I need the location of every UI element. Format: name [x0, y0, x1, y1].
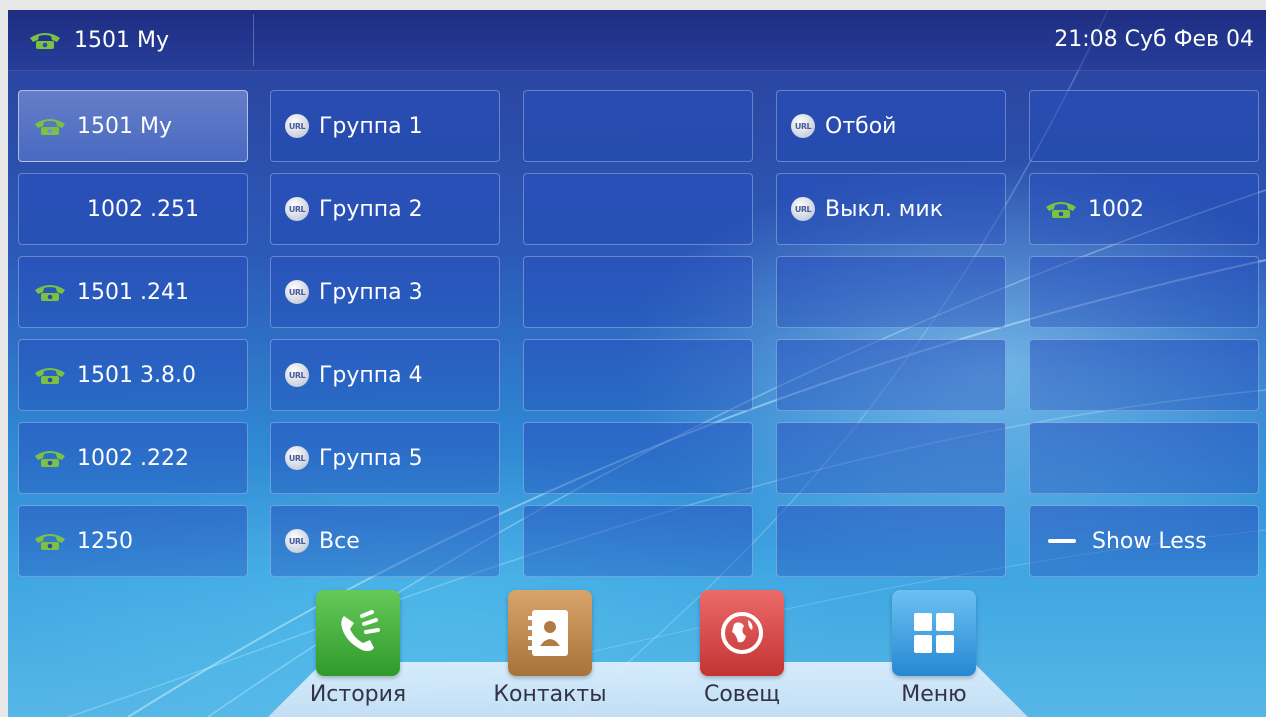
phone-screen: 1501 My 21:08 Суб Фев 04 1501 My 1002 .2… [8, 10, 1266, 717]
line-key-label: 1002 .222 [77, 445, 189, 471]
url-icon: URL [285, 363, 309, 387]
line-key-label: 1501 3.8.0 [77, 362, 196, 388]
menu-grid-icon [892, 590, 976, 676]
phone-handset-icon [35, 368, 65, 384]
contacts-book-icon [508, 590, 592, 676]
dock-history-label: История [309, 682, 407, 707]
dsskey-empty[interactable] [776, 256, 1006, 328]
dsskey-label: Выкл. мик [825, 196, 943, 222]
dsskey-label: Отбой [825, 113, 897, 139]
phone-handset-icon [30, 33, 60, 49]
dsskey-group-2[interactable]: URL Группа 2 [270, 173, 500, 245]
dock-menu-label: Меню [901, 682, 967, 707]
dsskey-empty[interactable] [523, 505, 753, 577]
dsskey-group-5[interactable]: URL Группа 5 [270, 422, 500, 494]
dsskey-empty[interactable] [776, 339, 1006, 411]
dsskey-label: Группа 5 [319, 445, 423, 471]
dsskey-empty[interactable] [776, 505, 1006, 577]
dsskey-empty[interactable] [523, 256, 753, 328]
dsskey-empty[interactable] [1029, 422, 1259, 494]
status-account-label: 1501 My [74, 27, 169, 53]
dsskey-empty[interactable] [523, 90, 753, 162]
url-icon: URL [285, 197, 309, 221]
line-key-1501-3-8-0[interactable]: 1501 3.8.0 [18, 339, 248, 411]
dsskey-empty[interactable] [1029, 90, 1259, 162]
dsskey-empty[interactable] [523, 173, 753, 245]
dock-contacts-label: Контакты [493, 682, 607, 707]
dsskey-empty[interactable] [776, 422, 1006, 494]
dsskey-group-1[interactable]: URL Группа 1 [270, 90, 500, 162]
line-key-1501-241[interactable]: 1501 .241 [18, 256, 248, 328]
show-less-label: Show Less [1092, 528, 1207, 554]
dsskey-mute-mic[interactable]: URL Выкл. мик [776, 173, 1006, 245]
url-icon: URL [285, 529, 309, 553]
line-key-label: 1250 [77, 528, 133, 554]
status-account[interactable]: 1501 My [28, 10, 169, 70]
dsskey-label: Группа 2 [319, 196, 423, 222]
line-key-1002-251[interactable]: 1002 .251 [18, 173, 248, 245]
dsskey-label: Группа 3 [319, 279, 423, 305]
line-key-1501-my[interactable]: 1501 My [18, 90, 248, 162]
minus-icon [1048, 539, 1076, 543]
line-key-1002[interactable]: 1002 [1029, 173, 1259, 245]
call-history-icon [316, 590, 400, 676]
dsskey-group-3[interactable]: URL Группа 3 [270, 256, 500, 328]
line-key-label: 1501 My [77, 113, 172, 139]
dock-conference-button[interactable]: Совещ [677, 590, 807, 707]
line-key-1250[interactable]: 1250 [18, 505, 248, 577]
show-less-button[interactable]: Show Less [1029, 505, 1259, 577]
globe-conference-icon [700, 590, 784, 676]
line-key-label: 1002 .251 [87, 196, 199, 222]
url-icon: URL [285, 114, 309, 138]
dock-contacts-button[interactable]: Контакты [485, 590, 615, 707]
dsskey-group-4[interactable]: URL Группа 4 [270, 339, 500, 411]
line-key-label: 1501 .241 [77, 279, 189, 305]
url-icon: URL [791, 197, 815, 221]
dsskey-empty[interactable] [523, 339, 753, 411]
url-icon: URL [285, 280, 309, 304]
phone-handset-icon [35, 534, 65, 550]
dsskey-all[interactable]: URL Все [270, 505, 500, 577]
dsskey-empty[interactable] [523, 422, 753, 494]
status-bar: 1501 My 21:08 Суб Фев 04 [8, 10, 1266, 71]
dsskey-empty[interactable] [1029, 256, 1259, 328]
dock-menu-button[interactable]: Меню [869, 590, 999, 707]
dsskey-hangup[interactable]: URL Отбой [776, 90, 1006, 162]
url-icon: URL [285, 446, 309, 470]
dsskey-label: Группа 1 [319, 113, 423, 139]
url-icon: URL [791, 114, 815, 138]
dsskey-label: Все [319, 528, 360, 554]
status-divider [253, 14, 254, 66]
line-key-1002-222[interactable]: 1002 .222 [18, 422, 248, 494]
phone-handset-icon [35, 285, 65, 301]
dsskey-label: Группа 4 [319, 362, 423, 388]
dock-conference-label: Совещ [703, 682, 781, 707]
clock-date: 21:08 Суб Фев 04 [1054, 27, 1254, 52]
phone-handset-icon [35, 119, 65, 135]
phone-handset-icon [35, 451, 65, 467]
dsskey-empty[interactable] [1029, 339, 1259, 411]
line-key-label: 1002 [1088, 196, 1144, 222]
dock-history-button[interactable]: История [293, 590, 423, 707]
phone-handset-icon [1046, 202, 1076, 218]
